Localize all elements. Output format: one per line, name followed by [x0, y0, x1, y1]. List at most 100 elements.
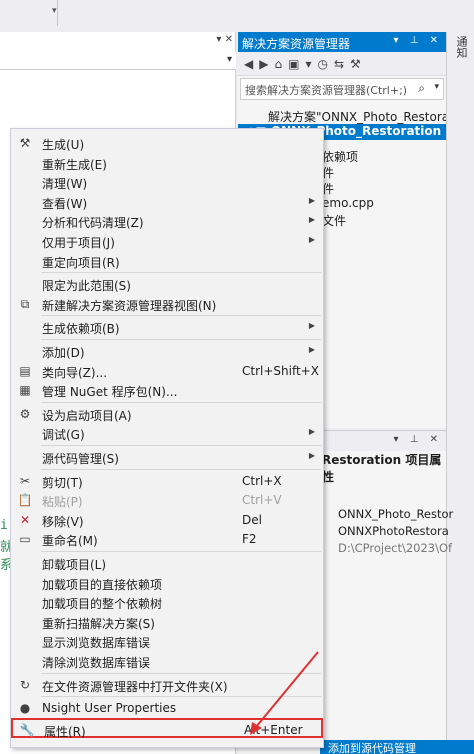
menu-item[interactable]: 重新扫描解决方案(S) [11, 612, 323, 632]
switch-view-icon[interactable]: ▣ [288, 57, 299, 71]
menu-item[interactable]: 清理(W) [11, 172, 323, 192]
menu-item-label: 限定为此范围(S) [42, 279, 131, 294]
menu-item[interactable]: ● Nsight User Properties [11, 698, 323, 718]
menu-item[interactable]: ▤ 类向导(Z)... Ctrl+Shift+X [11, 361, 323, 381]
menu-item[interactable]: ↻ 在文件资源管理器中打开文件夹(X) [11, 675, 323, 695]
menu-item[interactable]: ✕ 移除(V) Del [11, 510, 323, 530]
menu-item[interactable]: ⚙ 设为启动项目(A) [11, 404, 323, 424]
menu-item[interactable]: 🔧 属性(R) Alt+Enter [11, 717, 323, 739]
chevron-down-icon[interactable]: ▾ [434, 82, 439, 92]
menu-item-shortcut: Del [242, 512, 262, 527]
delete-icon: ✕ [19, 512, 31, 527]
home-icon[interactable]: ⌂ [274, 57, 282, 71]
property-value: ONNXPhotoRestora [338, 524, 449, 538]
source-control-status[interactable]: 添加到源代码管理 [328, 742, 416, 754]
panel-controls[interactable]: ▾ ⊥ ✕ [394, 434, 442, 445]
menu-item[interactable]: 📋 粘贴(P) Ctrl+V [11, 490, 323, 510]
menu-item[interactable]: ▦ 管理 NuGet 程序包(N)... [11, 380, 323, 400]
menu-item-label: 源代码管理(S) [42, 452, 119, 466]
menu-separator [41, 272, 321, 274]
cut-icon: ✂ [19, 473, 31, 488]
search-placeholder: 搜索解决方案资源管理器(Ctrl+;) [245, 84, 408, 97]
submenu-arrow-icon: ▶ [308, 321, 315, 331]
solution-explorer-title: 解决方案资源管理器 ▾ ⊥ ✕ [238, 32, 446, 52]
tools-icon[interactable]: ⚒ [350, 57, 361, 71]
menu-item[interactable]: 查看(W) ▶ [11, 192, 323, 212]
forward-icon[interactable]: ▶ [259, 57, 268, 71]
pane-menu-icon[interactable]: ▾ ✕ [216, 34, 233, 45]
menu-item[interactable]: 显示浏览数据库错误 [11, 631, 323, 651]
search-icon[interactable]: ⌕ [418, 81, 425, 96]
menu-item[interactable]: ⧉ 新建解决方案资源管理器视图(N) [11, 294, 323, 314]
menu-item[interactable]: ▭ 重命名(M) F2 [11, 529, 323, 549]
menu-item-label: 显示浏览数据库错误 [42, 636, 151, 651]
refresh-icon: ↻ [19, 677, 31, 692]
menu-separator [41, 468, 321, 470]
menu-separator [41, 551, 321, 552]
menu-separator [41, 672, 321, 674]
menu-item[interactable]: 分析和代码清理(Z) ▶ [11, 211, 323, 231]
menu-item-label: 调试(G) [42, 428, 85, 443]
menu-item-label: 粘贴(P) [42, 495, 83, 510]
menu-item[interactable]: 清除浏览数据库错误 [11, 651, 323, 671]
menu-item[interactable]: 加载项目的整个依赖树 [11, 592, 323, 612]
menu-item[interactable]: 重定向项目(R) [11, 251, 323, 271]
chevron-down-icon[interactable]: ▾ [305, 57, 311, 71]
menu-item-label: 加载项目的直接依赖项 [42, 577, 163, 592]
menu-item[interactable]: 加载项目的直接依赖项 [11, 573, 323, 593]
menu-item-shortcut: Ctrl+Shift+X [242, 363, 319, 378]
submenu-arrow-icon: ▶ [308, 427, 315, 437]
menu-item-shortcut: Ctrl+X [242, 473, 282, 488]
property-value: ONNX_Photo_Restor [338, 507, 454, 521]
notifications-tab[interactable]: 通知 [453, 36, 469, 58]
menu-item-label: 清除浏览数据库错误 [42, 656, 151, 670]
menu-item-label: 生成依赖项(B) [42, 322, 120, 337]
menu-item[interactable]: 重新生成(E) [11, 153, 323, 173]
menu-separator [41, 401, 321, 403]
menu-separator [41, 445, 321, 446]
menu-item[interactable]: 生成依赖项(B) ▶ [11, 317, 323, 337]
menu-item-label: 剪切(T) [42, 475, 83, 490]
solution-explorer-toolbar: ◀ ▶ ⌂ ▣ ▾ ◷ ⇆ ⚒ [238, 52, 446, 76]
menu-item-label: 分析和代码清理(Z) [42, 216, 144, 231]
side-tab-strip: 通知 [446, 32, 474, 754]
paste-icon: 📋 [17, 493, 33, 508]
menu-item-label: 加载项目的整个依赖树 [42, 597, 163, 612]
menu-item[interactable]: 限定为此范围(S) [11, 274, 323, 294]
menu-item-label: 在文件资源管理器中打开文件夹(X) [42, 679, 228, 694]
menu-item[interactable]: 源代码管理(S) ▶ [11, 447, 323, 467]
panel-controls[interactable]: ▾ ⊥ ✕ [394, 35, 442, 46]
menu-item-label: 仅用于项目(J) [42, 236, 115, 250]
property-value: D:\CProject\2023\Of [338, 541, 453, 555]
menu-item[interactable]: 调试(G) ▶ [11, 423, 323, 443]
menu-item-shortcut: F2 [242, 532, 257, 547]
menu-item-label: 卸载项目(L) [42, 558, 107, 572]
menu-item[interactable]: 仅用于项目(J) ▶ [11, 231, 323, 251]
menu-separator [41, 315, 321, 317]
menu-item-label: 属性(R) [44, 724, 86, 739]
sync-icon[interactable]: ⇆ [334, 57, 344, 71]
submenu-arrow-icon: ▶ [308, 195, 315, 205]
menu-item-label: 重命名(M) [42, 534, 98, 549]
submenu-arrow-icon: ▶ [308, 451, 315, 460]
pending-changes-icon[interactable]: ◷ [317, 57, 327, 71]
solution-search-input[interactable]: 搜索解决方案资源管理器(Ctrl+;) ⌕ ▾ [240, 78, 444, 100]
menu-separator [41, 339, 321, 340]
submenu-arrow-icon: ▶ [308, 345, 315, 354]
back-icon[interactable]: ◀ [244, 57, 253, 71]
menu-item[interactable]: ⚒ 生成(U) [11, 133, 323, 153]
menu-item[interactable]: ✂ 剪切(T) Ctrl+X [11, 471, 323, 491]
status-bar[interactable]: 添加到源代码管理 [320, 740, 474, 754]
menu-item[interactable]: 卸载项目(L) [11, 553, 323, 573]
chevron-down-icon[interactable]: ▾ [227, 54, 232, 65]
member-dropdown[interactable]: ▾ [0, 52, 236, 70]
menu-item-label: 重新扫描解决方案(S) [42, 616, 155, 631]
menu-item-label: 查看(W) [42, 196, 88, 211]
menu-item-label: 设为启动项目(A) [42, 408, 132, 423]
new-view-icon: ⧉ [20, 296, 30, 311]
menu-item-label: 新建解决方案资源管理器视图(N) [42, 298, 217, 313]
tree-item-solution[interactable]: 解决方案"ONNX_Photo_Restoration" [238, 108, 446, 124]
menu-item[interactable]: 添加(D) ▶ [11, 341, 323, 361]
menu-item-shortcut: Ctrl+V [242, 493, 282, 508]
chevron-down-icon[interactable]: ▾ [52, 6, 57, 16]
